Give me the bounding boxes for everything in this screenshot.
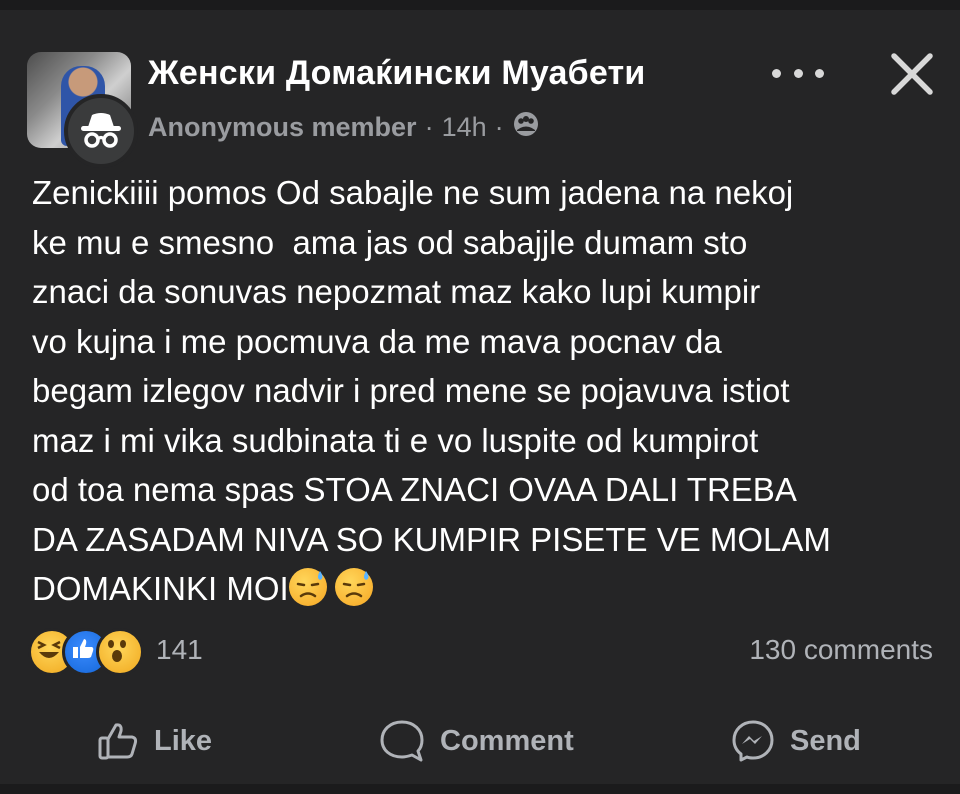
close-button[interactable] — [886, 48, 938, 100]
author-name[interactable]: Anonymous member — [148, 112, 417, 143]
top-strip — [0, 0, 960, 10]
send-label: Send — [790, 724, 861, 757]
more-options-button[interactable] — [772, 58, 824, 88]
comment-count[interactable]: 130 comments — [749, 634, 933, 666]
close-icon — [891, 53, 933, 95]
comment-bubble-icon — [380, 720, 424, 762]
post-stats: 141 130 comments — [28, 628, 933, 676]
post-text: Zenickiiii pomos Od sabajle ne sum jaden… — [32, 174, 831, 607]
like-label: Like — [154, 724, 213, 757]
like-button[interactable]: Like — [96, 708, 212, 774]
send-button[interactable]: Send — [730, 708, 861, 774]
post-time[interactable]: 14h — [442, 112, 487, 143]
downcast-face-with-sweat-emoji — [288, 568, 327, 606]
more-dot — [793, 68, 803, 78]
wow-reaction-icon[interactable] — [96, 628, 144, 676]
post-body: Zenickiiii pomos Od sabajle ne sum jaden… — [32, 168, 937, 614]
post-header: Женски Домаќински Муабети Anonymous memb… — [0, 10, 960, 168]
downcast-face-with-sweat-emoji — [334, 568, 373, 606]
meta-separator: · — [424, 112, 434, 142]
more-dot — [772, 68, 781, 78]
incognito-icon — [64, 94, 138, 168]
thumbs-up-icon — [98, 723, 138, 760]
group-name[interactable]: Женски Домаќински Муабети — [148, 54, 645, 93]
group-audience-icon — [512, 110, 540, 145]
messenger-icon — [732, 720, 774, 762]
comment-button[interactable]: Comment — [378, 708, 574, 774]
action-bar: Like Comment Send — [0, 708, 960, 774]
comment-label: Comment — [440, 724, 574, 757]
more-dot — [815, 68, 824, 78]
meta-separator: · — [494, 112, 504, 142]
reaction-count[interactable]: 141 — [156, 634, 203, 666]
post-meta: Anonymous member · 14h · — [148, 110, 540, 145]
bottom-strip — [0, 784, 960, 794]
